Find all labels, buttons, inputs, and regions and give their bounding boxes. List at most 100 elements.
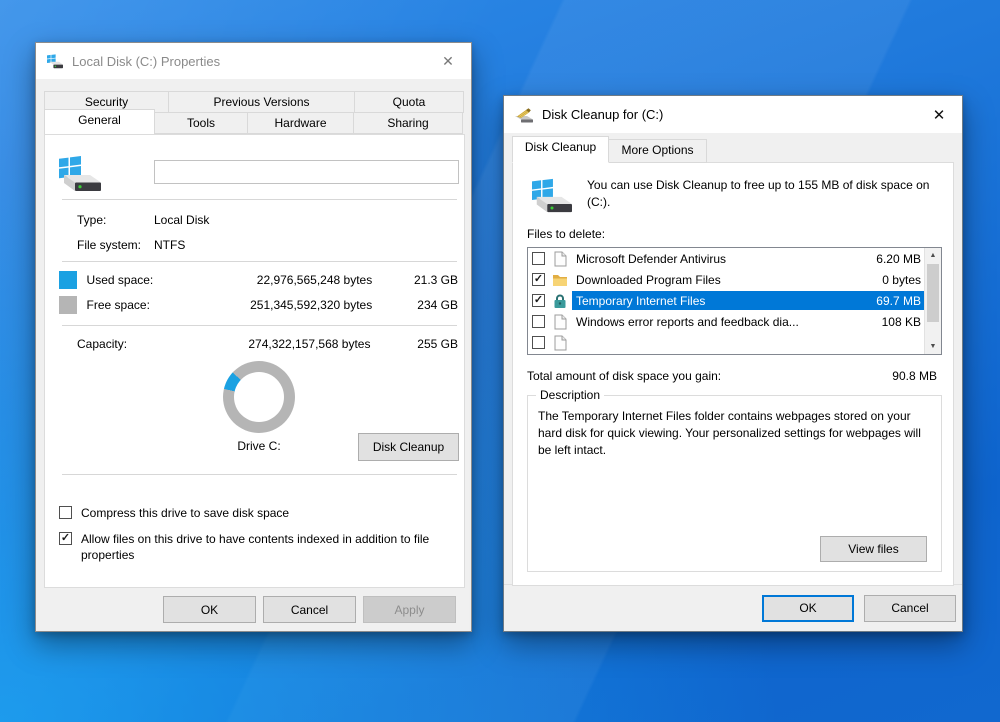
file-icon — [552, 335, 568, 351]
free-space-swatch — [59, 296, 77, 314]
compress-checkbox-label: Compress this drive to save disk space — [81, 505, 289, 521]
view-files-button[interactable]: View files — [820, 536, 927, 562]
item-size: 0 bytes — [882, 273, 921, 287]
cleanup-titlebar[interactable]: Disk Cleanup for (C:) ✕ — [504, 96, 962, 133]
tab-previous-versions[interactable]: Previous Versions — [168, 91, 355, 113]
disk-cleanup-dialog: Disk Cleanup for (C:) ✕ Disk Cleanup Mor… — [503, 95, 963, 632]
divider — [62, 199, 457, 200]
properties-tabrow-bottom: General Tools Hardware Sharing — [44, 112, 462, 135]
description-legend: Description — [536, 388, 604, 402]
list-item-partial[interactable] — [528, 353, 924, 355]
tab-disk-cleanup[interactable]: Disk Cleanup — [512, 136, 609, 163]
general-tab-page: Type: Local Disk File system: NTFS Used … — [44, 134, 465, 588]
divider — [62, 325, 457, 326]
cleanup-footer: OK Cancel — [504, 584, 962, 631]
ok-button[interactable]: OK — [762, 595, 854, 622]
scroll-thumb[interactable] — [927, 264, 939, 322]
volume-label-input[interactable] — [154, 160, 459, 184]
list-item[interactable]: Microsoft Defender Antivirus6.20 MB — [528, 248, 924, 269]
used-space-swatch — [59, 271, 77, 289]
item-size: 108 KB — [882, 315, 921, 329]
scroll-up-icon[interactable]: ▲ — [925, 248, 941, 263]
capacity-bytes: 274,322,157,568 bytes — [157, 337, 371, 351]
capacity-row: Capacity: 274,322,157,568 bytes 255 GB — [77, 337, 458, 351]
properties-title: Local Disk (C:) Properties — [72, 54, 220, 69]
scroll-down-icon[interactable]: ▼ — [925, 339, 941, 354]
compress-checkbox-row[interactable]: Compress this drive to save disk space — [59, 505, 289, 521]
item-size: 69.7 MB — [876, 294, 921, 308]
files-to-delete-list: Microsoft Defender Antivirus6.20 MB ✓ Do… — [527, 247, 942, 355]
list-item-selected[interactable]: ✓ Temporary Internet Files69.7 MB — [528, 290, 924, 311]
properties-dialog: Local Disk (C:) Properties ✕ Security Pr… — [35, 42, 472, 632]
item-checkbox[interactable] — [532, 252, 545, 265]
description-groupbox: Description The Temporary Internet Files… — [527, 395, 942, 572]
list-item[interactable]: Windows error reports and feedback dia..… — [528, 311, 924, 332]
type-row: Type: Local Disk — [77, 213, 209, 227]
drive-letter-label: Drive C: — [209, 439, 309, 453]
disk-cleanup-button[interactable]: Disk Cleanup — [358, 433, 459, 461]
disk-cleanup-tab-page: You can use Disk Cleanup to free up to 1… — [512, 162, 954, 586]
tab-tools[interactable]: Tools — [154, 112, 248, 134]
cleanup-close-icon[interactable]: ✕ — [922, 100, 956, 130]
item-name: Microsoft Defender Antivirus — [576, 252, 876, 266]
free-space-size: 234 GB — [372, 298, 458, 312]
item-checkbox[interactable] — [532, 336, 545, 349]
free-space-row: Free space: 251,345,592,320 bytes 234 GB — [59, 296, 458, 314]
used-space-bytes: 22,976,565,248 bytes — [172, 273, 372, 287]
file-icon — [552, 251, 568, 267]
tab-sharing[interactable]: Sharing — [353, 112, 463, 134]
description-text: The Temporary Internet Files folder cont… — [538, 408, 933, 458]
item-name: Temporary Internet Files — [576, 294, 876, 308]
drive-icon-large — [57, 151, 103, 193]
total-gain-label: Total amount of disk space you gain: — [527, 369, 892, 383]
cleanup-title: Disk Cleanup for (C:) — [542, 107, 663, 122]
type-value: Local Disk — [154, 213, 209, 227]
index-checkbox[interactable]: ✓ — [59, 532, 72, 545]
files-to-delete-label: Files to delete: — [527, 227, 605, 241]
type-label: Type: — [77, 213, 154, 227]
ok-button[interactable]: OK — [163, 596, 256, 623]
used-space-row: Used space: 22,976,565,248 bytes 21.3 GB — [59, 271, 458, 289]
item-checkbox[interactable] — [532, 315, 545, 328]
total-gain-value: 90.8 MB — [892, 369, 937, 383]
filesystem-label: File system: — [77, 238, 154, 252]
item-name: Downloaded Program Files — [576, 273, 882, 287]
compress-checkbox[interactable] — [59, 506, 72, 519]
desktop-wallpaper: Local Disk (C:) Properties ✕ Security Pr… — [0, 0, 1000, 722]
filesystem-value: NTFS — [154, 238, 185, 252]
total-gain-row: Total amount of disk space you gain: 90.… — [527, 369, 937, 383]
free-space-label: Free space: — [87, 298, 173, 312]
tab-hardware[interactable]: Hardware — [247, 112, 354, 134]
item-name: Windows error reports and feedback dia..… — [576, 315, 882, 329]
tab-quota[interactable]: Quota — [354, 91, 464, 113]
item-checkbox[interactable]: ✓ — [532, 294, 545, 307]
properties-close-icon[interactable]: ✕ — [431, 46, 465, 76]
divider — [62, 474, 457, 475]
cleanup-intro-text: You can use Disk Cleanup to free up to 1… — [587, 177, 935, 211]
folder-icon — [552, 272, 568, 288]
index-checkbox-label: Allow files on this drive to have conten… — [81, 531, 456, 563]
capacity-donut — [223, 361, 295, 433]
capacity-size: 255 GB — [370, 337, 458, 351]
tab-general[interactable]: General — [44, 109, 155, 135]
file-icon — [552, 314, 568, 330]
drive-icon — [46, 53, 64, 69]
properties-titlebar[interactable]: Local Disk (C:) Properties ✕ — [36, 43, 471, 79]
filesystem-row: File system: NTFS — [77, 238, 185, 252]
item-checkbox[interactable]: ✓ — [532, 273, 545, 286]
list-item[interactable]: ✓ Downloaded Program Files0 bytes — [528, 269, 924, 290]
tab-more-options[interactable]: More Options — [608, 139, 707, 163]
cancel-button[interactable]: Cancel — [263, 596, 356, 623]
cancel-button[interactable]: Cancel — [864, 595, 956, 622]
drive-icon-medium — [530, 174, 574, 214]
disk-cleanup-icon — [514, 106, 534, 123]
index-checkbox-row[interactable]: ✓ Allow files on this drive to have cont… — [59, 531, 456, 563]
used-space-label: Used space: — [87, 273, 173, 287]
list-scrollbar[interactable]: ▲ ▼ — [924, 248, 941, 354]
capacity-label: Capacity: — [77, 337, 157, 351]
apply-button[interactable]: Apply — [363, 596, 456, 623]
cleanup-tabrow: Disk Cleanup More Options — [512, 136, 706, 163]
divider — [62, 261, 457, 262]
lock-icon — [552, 293, 568, 309]
list-item[interactable] — [528, 332, 924, 353]
